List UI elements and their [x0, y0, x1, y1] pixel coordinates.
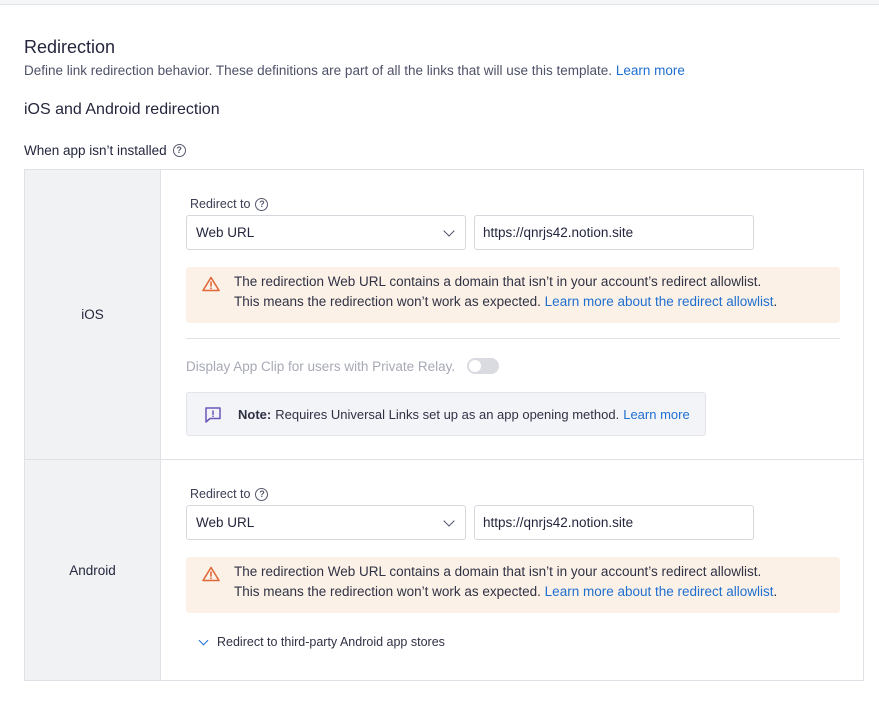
warning-triangle-icon	[202, 276, 220, 292]
chevron-down-icon	[198, 635, 209, 645]
warning-triangle-icon	[202, 566, 220, 582]
android-redirect-url-input[interactable]: https://qnrjs42.notion.site	[474, 505, 754, 540]
ios-warning-period: .	[773, 294, 778, 309]
android-redirect-type-select[interactable]: Web URL	[186, 505, 466, 540]
platform-redirect-table: iOS Redirect to ? Web URL https://qnrjs4…	[24, 169, 864, 681]
ios-redirect-type-select[interactable]: Web URL	[186, 215, 466, 250]
when-app-not-installed-heading: When app isn’t installed ?	[24, 143, 186, 158]
android-row: Android Redirect to ? Web URL https://qn…	[25, 460, 863, 680]
android-redirect-to-text: Redirect to	[190, 487, 251, 501]
section-description-text: Define link redirection behavior. These …	[24, 63, 613, 78]
redirection-card: Redirection Define link redirection beha…	[0, 4, 879, 704]
ios-android-heading: iOS and Android redirection	[24, 101, 220, 118]
ios-row: iOS Redirect to ? Web URL https://qnrjs4…	[25, 170, 863, 460]
android-redirect-type-value: Web URL	[196, 515, 255, 530]
message-exclamation-icon	[205, 407, 221, 423]
android-warning-line2: This means the redirection won’t work as…	[234, 582, 840, 602]
section-description: Define link redirection behavior. These …	[24, 63, 685, 78]
third-party-stores-expander[interactable]: Redirect to third-party Android app stor…	[198, 635, 445, 649]
note-learn-more-link[interactable]: Learn more	[623, 407, 689, 422]
ios-warning-line2-text: This means the redirection won’t work as…	[234, 294, 541, 309]
note-label: Note:	[238, 406, 272, 422]
divider	[186, 338, 840, 339]
chevron-down-icon	[443, 225, 455, 237]
ios-warning-line1: The redirection Web URL contains a domai…	[234, 274, 762, 289]
android-warning-line1: The redirection Web URL contains a domai…	[234, 564, 762, 579]
ios-redirect-type-value: Web URL	[196, 225, 255, 240]
ios-redirect-to-label: Redirect to ?	[190, 197, 269, 211]
ios-allowlist-warning: The redirection Web URL contains a domai…	[186, 267, 840, 323]
question-circle-icon[interactable]: ?	[255, 197, 269, 211]
android-allowlist-warning: The redirection Web URL contains a domai…	[186, 557, 840, 613]
when-app-not-installed-label: When app isn’t installed	[24, 143, 167, 158]
ios-warning-line2: This means the redirection won’t work as…	[234, 292, 840, 312]
question-circle-icon[interactable]: ?	[172, 144, 186, 157]
android-allowlist-link[interactable]: Learn more about the redirect allowlist	[545, 584, 774, 599]
universal-links-note: Note: Requires Universal Links set up as…	[186, 392, 706, 436]
app-clip-label: Display App Clip for users with Private …	[186, 358, 456, 374]
android-warning-period: .	[773, 584, 778, 599]
android-settings: Redirect to ? Web URL https://qnrjs42.no…	[161, 460, 863, 680]
ios-allowlist-link[interactable]: Learn more about the redirect allowlist	[545, 294, 774, 309]
note-text: Requires Universal Links set up as an ap…	[275, 406, 620, 422]
android-redirect-to-label: Redirect to ?	[190, 487, 269, 501]
ios-settings: Redirect to ? Web URL https://qnrjs42.no…	[161, 170, 863, 459]
android-platform-label: Android	[25, 460, 161, 680]
chevron-down-icon	[443, 515, 455, 527]
ios-redirect-to-text: Redirect to	[190, 197, 251, 211]
third-party-stores-label: Redirect to third-party Android app stor…	[217, 635, 445, 649]
section-title: Redirection	[24, 37, 116, 57]
learn-more-link[interactable]: Learn more	[616, 63, 685, 78]
app-clip-setting: Display App Clip for users with Private …	[186, 358, 500, 374]
ios-redirect-url-input[interactable]: https://qnrjs42.notion.site	[474, 215, 754, 250]
android-warning-line2-text: This means the redirection won’t work as…	[234, 584, 541, 599]
app-clip-toggle[interactable]	[467, 358, 500, 374]
question-circle-icon[interactable]: ?	[255, 487, 269, 501]
ios-platform-label: iOS	[25, 170, 161, 459]
